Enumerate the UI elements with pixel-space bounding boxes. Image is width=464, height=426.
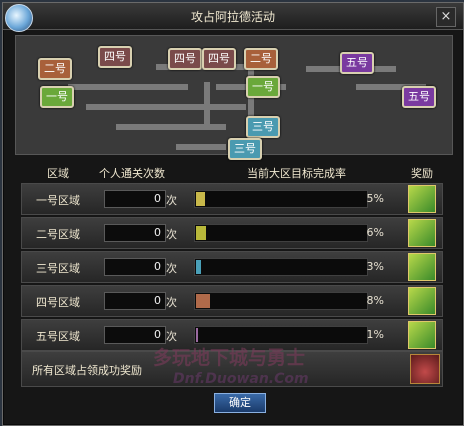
map-node-zone3[interactable]: 三号 xyxy=(228,138,262,160)
progress-fill xyxy=(196,192,205,206)
reward-box-icon[interactable] xyxy=(408,287,436,315)
window-title: 攻占阿拉德活动 xyxy=(190,10,275,24)
progress-bar xyxy=(194,224,368,242)
table-row: 一号区域 0 次 5% xyxy=(21,183,443,215)
table-header: 区域 个人通关次数 当前大区目标完成率 奖励 xyxy=(17,163,453,181)
progress-percent: 1% xyxy=(366,328,384,341)
header-count: 个人通关次数 xyxy=(99,167,165,180)
map-node-zone2[interactable]: 二号 xyxy=(38,58,72,80)
clear-count: 0 xyxy=(104,258,166,276)
game-screen: 攻占阿拉德活动 × 二号 一号 四号 四号 四号 二号 一号 三号 三号 五号 … xyxy=(0,0,464,426)
table-row: 三号区域 0 次 3% xyxy=(21,251,443,283)
progress-fill xyxy=(196,328,198,342)
progress-bar xyxy=(194,292,368,310)
progress-fill xyxy=(196,226,206,240)
zone-label: 一号区域 xyxy=(36,194,80,207)
all-zones-reward-label: 所有区域占领成功奖励 xyxy=(32,364,142,377)
progress-bar xyxy=(194,326,368,344)
unit-label: 次 xyxy=(166,194,177,207)
unit-label: 次 xyxy=(166,330,177,343)
clear-count: 0 xyxy=(104,224,166,242)
grand-reward-icon[interactable] xyxy=(410,354,440,384)
map-node-zone5[interactable]: 五号 xyxy=(402,86,436,108)
watermark-url: Dnf.Duowan.Com xyxy=(173,371,309,387)
reward-box-icon[interactable] xyxy=(408,219,436,247)
map-connector xyxy=(68,84,188,90)
map-node-zone4[interactable]: 四号 xyxy=(168,48,202,70)
title-bar: 攻占阿拉德活动 × xyxy=(3,3,463,32)
zone-label: 二号区域 xyxy=(36,228,80,241)
reward-box-icon[interactable] xyxy=(408,321,436,349)
progress-bar xyxy=(194,190,368,208)
map-node-zone4[interactable]: 四号 xyxy=(202,48,236,70)
clear-count: 0 xyxy=(104,190,166,208)
clear-count: 0 xyxy=(104,292,166,310)
watermark-text: 多玩地下城与勇士 xyxy=(153,347,306,369)
progress-percent: 5% xyxy=(366,192,384,205)
unit-label: 次 xyxy=(166,262,177,275)
clear-count: 0 xyxy=(104,326,166,344)
territory-map: 二号 一号 四号 四号 四号 二号 一号 三号 三号 五号 五号 xyxy=(15,35,453,160)
reward-box-icon[interactable] xyxy=(408,253,436,281)
event-window: 攻占阿拉德活动 × 二号 一号 四号 四号 四号 二号 一号 三号 三号 五号 … xyxy=(2,2,464,426)
header-zone: 区域 xyxy=(47,167,69,180)
zone-label: 四号区域 xyxy=(36,296,80,309)
close-button[interactable]: × xyxy=(436,7,456,27)
confirm-button[interactable]: 确定 xyxy=(214,393,266,413)
map-connector xyxy=(204,82,210,128)
unit-label: 次 xyxy=(166,228,177,241)
map-node-zone1[interactable]: 一号 xyxy=(40,86,74,108)
zone-label: 三号区域 xyxy=(36,262,80,275)
header-reward: 奖励 xyxy=(411,167,433,180)
map-node-zone3[interactable]: 三号 xyxy=(246,116,280,138)
progress-percent: 3% xyxy=(366,260,384,273)
map-connector xyxy=(176,144,226,150)
zone-label: 五号区域 xyxy=(36,330,80,343)
progress-percent: 6% xyxy=(366,226,384,239)
progress-percent: 8% xyxy=(366,294,384,307)
progress-bar xyxy=(194,258,368,276)
map-node-zone1[interactable]: 一号 xyxy=(246,76,280,98)
table-row: 二号区域 0 次 6% xyxy=(21,217,443,249)
progress-fill xyxy=(196,294,210,308)
reward-box-icon[interactable] xyxy=(408,185,436,213)
map-connector xyxy=(86,104,246,110)
header-progress: 当前大区目标完成率 xyxy=(247,167,346,180)
unit-label: 次 xyxy=(166,296,177,309)
map-node-zone2[interactable]: 二号 xyxy=(244,48,278,70)
progress-fill xyxy=(196,260,201,274)
table-row: 四号区域 0 次 8% xyxy=(21,285,443,317)
map-node-zone5[interactable]: 五号 xyxy=(340,52,374,74)
map-node-zone4[interactable]: 四号 xyxy=(98,46,132,68)
